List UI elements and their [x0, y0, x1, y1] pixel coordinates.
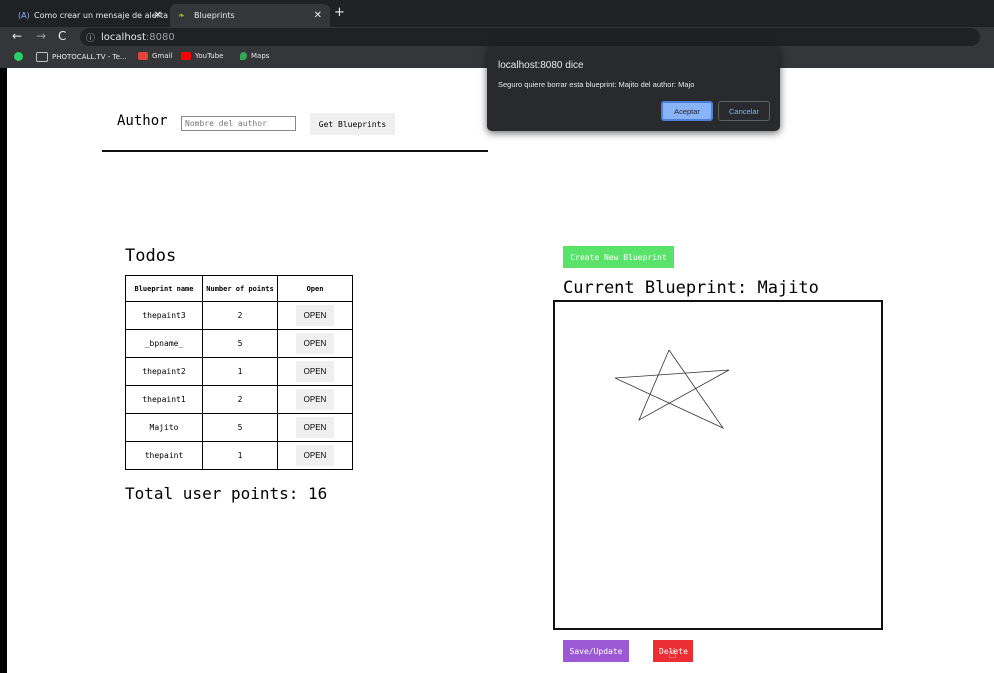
bookmark-label: PHOTOCALL.TV - Te... — [52, 53, 127, 61]
column-header: Number of points — [202, 275, 278, 302]
table-row: thepaint1 2 OPEN — [125, 385, 353, 414]
table-row: thepaint 1 OPEN — [125, 441, 353, 470]
tab-alert-tutorial[interactable]: (A) Como crear un mensaje de alerta ✕ — [10, 4, 170, 27]
url-port: :8080 — [145, 31, 175, 43]
bookmark-label: YouTube — [195, 52, 224, 60]
table-row: thepaint3 2 OPEN — [125, 301, 353, 330]
points-count: 2 — [202, 385, 278, 414]
bookmark-gmail[interactable]: Gmail — [138, 52, 172, 60]
new-tab-icon[interactable]: + — [334, 5, 345, 20]
blueprint-name: _bpname_ — [125, 329, 203, 358]
bookmark-label: Maps — [251, 52, 270, 60]
folder-icon — [36, 52, 48, 62]
tab-label: Blueprints — [194, 11, 235, 20]
current-blueprint-name: Majito — [757, 278, 819, 298]
browser-toolbar: ← → C ⓘ localhost:8080 — [0, 27, 994, 47]
bookmark-label: Gmail — [152, 52, 173, 60]
bookmark-photocall[interactable]: PHOTOCALL.TV - Te... — [36, 52, 127, 62]
tab-label: Como crear un mensaje de alerta — [34, 11, 169, 20]
current-blueprint-label: Current Blueprint: — [563, 278, 748, 298]
table-row: Majito 5 OPEN — [125, 413, 353, 442]
close-tab-icon[interactable]: ✕ — [154, 10, 162, 21]
points-count: 5 — [202, 329, 278, 358]
gmail-icon — [138, 52, 148, 60]
reload-icon[interactable]: C — [58, 29, 66, 43]
points-count: 1 — [202, 357, 278, 386]
dialog-message: Seguro quiere borrar esta blueprint: Maj… — [498, 80, 695, 89]
tab-bar: (A) Como crear un mensaje de alerta ✕ ❧ … — [0, 0, 994, 27]
blueprints-table: Blueprint name Number of points Open the… — [125, 275, 353, 470]
open-button[interactable]: OPEN — [296, 305, 334, 326]
blueprint-name: Majito — [125, 413, 203, 442]
open-button[interactable]: OPEN — [296, 445, 334, 466]
open-button[interactable]: OPEN — [296, 389, 334, 410]
table-row: thepaint2 1 OPEN — [125, 357, 353, 386]
blueprint-canvas[interactable] — [553, 300, 883, 630]
create-blueprint-button[interactable]: Create New Blueprint — [563, 246, 674, 268]
accept-button[interactable]: Aceptar — [661, 101, 713, 121]
bookmark-youtube[interactable]: YouTube — [181, 52, 223, 60]
tab-blueprints[interactable]: ❧ Blueprints ✕ — [170, 4, 330, 27]
points-count: 1 — [202, 441, 278, 470]
open-button[interactable]: OPEN — [296, 417, 334, 438]
info-icon[interactable]: ⓘ — [86, 31, 95, 44]
points-count: 2 — [202, 301, 278, 330]
column-header: Blueprint name — [125, 275, 203, 302]
open-button[interactable]: OPEN — [296, 333, 334, 354]
hand-cursor-icon: ☝ — [668, 646, 677, 662]
blueprint-name: thepaint3 — [125, 301, 203, 330]
dialog-title: localhost:8080 dice — [498, 60, 584, 71]
page-content: Author Get Blueprints Todos Blueprint na… — [7, 68, 994, 673]
author-label: Author — [117, 113, 168, 129]
address-bar[interactable]: ⓘ localhost:8080 — [80, 28, 980, 46]
leaf-icon: ❧ — [178, 11, 185, 20]
youtube-icon — [181, 52, 191, 60]
total-points: Total user points: 16 — [125, 484, 328, 503]
close-tab-icon[interactable]: ✕ — [314, 10, 322, 21]
save-update-button[interactable]: Save/Update — [563, 640, 629, 662]
list-title: Todos — [125, 246, 177, 266]
points-count: 5 — [202, 413, 278, 442]
current-blueprint-heading: Current Blueprint: Majito — [563, 278, 819, 298]
column-header: Open — [277, 275, 353, 302]
blueprint-name: thepaint2 — [125, 357, 203, 386]
bookmark-maps[interactable]: Maps — [240, 52, 269, 60]
author-input[interactable] — [181, 116, 296, 131]
whatsapp-icon[interactable] — [14, 52, 23, 61]
back-icon[interactable]: ← — [12, 29, 22, 43]
table-row: _bpname_ 5 OPEN — [125, 329, 353, 358]
blueprint-name: thepaint — [125, 441, 203, 470]
get-blueprints-button[interactable]: Get Blueprints — [310, 113, 395, 135]
maps-icon — [240, 52, 247, 60]
url-host: localhost — [101, 31, 146, 43]
blueprint-name: thepaint1 — [125, 385, 203, 414]
open-button[interactable]: OPEN — [296, 361, 334, 382]
star-drawing — [614, 349, 730, 429]
confirm-dialog: localhost:8080 dice Seguro quiere borrar… — [487, 46, 780, 131]
forward-icon[interactable]: → — [36, 29, 46, 43]
tab-favicon-icon: (A) — [18, 11, 30, 20]
divider — [102, 150, 488, 152]
cancel-button[interactable]: Cancelar — [718, 101, 770, 121]
